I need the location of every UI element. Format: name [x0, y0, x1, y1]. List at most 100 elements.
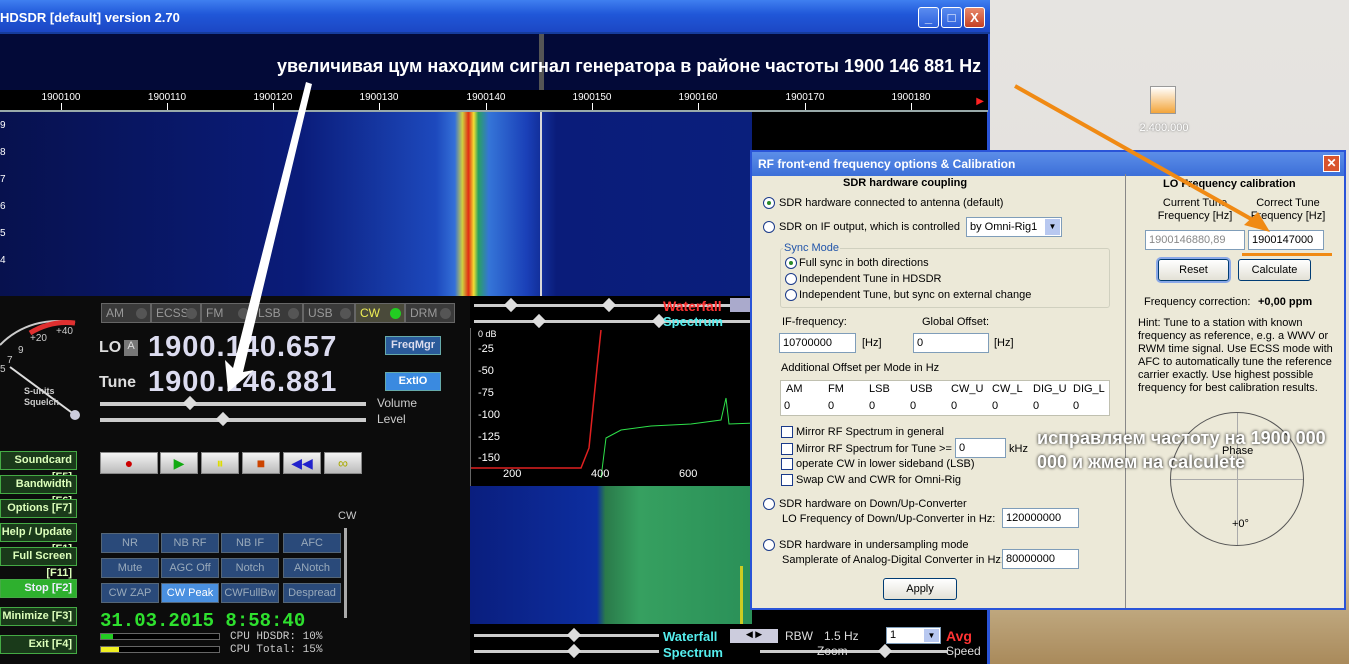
- anotch-button[interactable]: ANotch: [283, 558, 341, 578]
- undersampling-radio[interactable]: [763, 539, 775, 551]
- full-sync-radio[interactable]: [785, 257, 797, 269]
- nb-rf-button[interactable]: NB RF: [161, 533, 219, 553]
- lsb-checkbox[interactable]: [781, 458, 793, 470]
- reset-button[interactable]: Reset: [1158, 259, 1229, 281]
- apply-button[interactable]: Apply: [883, 578, 957, 600]
- omni-rig-select[interactable]: by Omni-Rig1 ▼: [966, 217, 1062, 237]
- offset-head: LSB: [869, 383, 890, 395]
- cw-peak-button[interactable]: CW Peak: [161, 583, 219, 603]
- minimize-button[interactable]: _: [918, 7, 939, 28]
- calculate-button[interactable]: Calculate: [1238, 259, 1311, 281]
- tune-line[interactable]: [540, 112, 542, 296]
- loop-button[interactable]: ∞: [324, 452, 362, 474]
- volume-slider[interactable]: [100, 395, 366, 411]
- audio-waterfall[interactable]: [470, 486, 752, 624]
- scale-right-arrow-icon[interactable]: ▶: [976, 96, 984, 107]
- if-frequency-input[interactable]: 10700000: [779, 333, 856, 353]
- mode-lsb-button[interactable]: LSB: [253, 303, 303, 323]
- offset-input[interactable]: 0: [992, 400, 998, 412]
- mode-usb-button[interactable]: USB: [303, 303, 355, 323]
- tune-frequency[interactable]: 1900.146.881: [148, 366, 337, 399]
- squelch-label[interactable]: Squelch: [24, 397, 59, 407]
- wf-row-label: 7: [0, 174, 6, 185]
- offset-input[interactable]: 0: [784, 400, 790, 412]
- spectrum-top-label: 0 dB: [478, 329, 497, 339]
- zoom-slider[interactable]: [760, 643, 948, 659]
- cw-fullbw-button[interactable]: CWFullBw: [221, 583, 279, 603]
- main-waterfall[interactable]: 9 8 7 6 5 4: [0, 112, 752, 296]
- offset-input[interactable]: 0: [869, 400, 875, 412]
- swap-cw-checkbox[interactable]: [781, 474, 793, 486]
- downup-radio[interactable]: [763, 498, 775, 510]
- offset-input[interactable]: 0: [1033, 400, 1039, 412]
- offset-input[interactable]: 0: [1073, 400, 1079, 412]
- zoom-arrows[interactable]: ◀ ▶: [730, 629, 778, 643]
- mute-button[interactable]: Mute: [101, 558, 159, 578]
- level-slider[interactable]: [100, 411, 366, 427]
- fullscreen-button[interactable]: Full Screen [F11]: [0, 547, 77, 579]
- downup-option: SDR hardware on Down/Up-Converter: [779, 498, 967, 510]
- avg-select[interactable]: 1 ▼: [886, 627, 941, 644]
- soundcard-button[interactable]: Soundcard [F5]: [0, 451, 77, 483]
- nr-button[interactable]: NR: [101, 533, 159, 553]
- samplerate-input[interactable]: 80000000: [1002, 549, 1079, 569]
- mode-ecss-button[interactable]: ECSS: [151, 303, 201, 323]
- correct-tune-input[interactable]: 1900147000: [1248, 230, 1324, 250]
- cw-zap-button[interactable]: CW ZAP: [101, 583, 159, 603]
- record-button[interactable]: ●: [100, 452, 158, 474]
- despread-button[interactable]: Despread: [283, 583, 341, 603]
- nb-if-button[interactable]: NB IF: [221, 533, 279, 553]
- mirror-tune-checkbox[interactable]: [781, 443, 793, 455]
- mirror-tune-input[interactable]: 0: [955, 438, 1006, 458]
- bottom-spectrum-slider[interactable]: [474, 643, 659, 659]
- stop-f2-button[interactable]: Stop [F2]: [0, 579, 77, 598]
- spectrum-y-label: -100: [478, 409, 501, 421]
- pause-button[interactable]: ⏸: [201, 452, 239, 474]
- minimize-f3-button[interactable]: Minimize [F3]: [0, 607, 77, 626]
- stop-button[interactable]: ■: [242, 452, 280, 474]
- spectrum-x-label: 600: [679, 468, 698, 480]
- waterfall-select[interactable]: [730, 298, 750, 312]
- independent-tune-radio[interactable]: [785, 273, 797, 285]
- mirror-general-checkbox[interactable]: [781, 426, 793, 438]
- rewind-button[interactable]: ◀◀: [283, 452, 321, 474]
- cw-bandwidth-slider[interactable]: [344, 528, 347, 618]
- dialog-close-button[interactable]: ✕: [1323, 155, 1340, 172]
- scale-label: 1900180: [891, 92, 931, 103]
- audio-spectrum[interactable]: [470, 328, 757, 486]
- close-button[interactable]: X: [964, 7, 985, 28]
- global-offset-input[interactable]: 0: [913, 333, 989, 353]
- dialog-title: RF front-end frequency options & Calibra…: [758, 157, 1016, 171]
- offset-input[interactable]: 0: [828, 400, 834, 412]
- dialog-title-bar[interactable]: RF front-end frequency options & Calibra…: [752, 152, 1344, 176]
- title-bar[interactable]: HDSDR [default] version 2.70 _ □ X: [0, 0, 990, 34]
- external-sync-radio[interactable]: [785, 289, 797, 301]
- desktop-file-icon[interactable]: [1150, 86, 1176, 114]
- mode-cw-button[interactable]: CW: [355, 303, 405, 323]
- mode-fm-button[interactable]: FM: [201, 303, 253, 323]
- independent-tune-option: Independent Tune in HDSDR: [799, 273, 942, 285]
- exit-button[interactable]: Exit [F4]: [0, 635, 77, 654]
- correction-value: +0,00 ppm: [1258, 296, 1313, 308]
- mode-drm-button[interactable]: DRM: [405, 303, 455, 323]
- offset-input[interactable]: 0: [951, 400, 957, 412]
- offset-input[interactable]: 0: [910, 400, 916, 412]
- options-button[interactable]: Options [F7]: [0, 499, 77, 518]
- agc-button[interactable]: AGC Off: [161, 558, 219, 578]
- bottom-waterfall-slider[interactable]: [474, 627, 659, 643]
- antenna-radio[interactable]: [763, 197, 775, 209]
- extio-button[interactable]: ExtIO: [385, 372, 441, 391]
- afc-button[interactable]: AFC: [283, 533, 341, 553]
- maximize-button[interactable]: □: [941, 7, 962, 28]
- frequency-scale[interactable]: 1900100 1900110 1900120 1900130 1900140 …: [0, 90, 988, 112]
- update-button[interactable]: Help / Update [F1]: [0, 523, 77, 555]
- lo-a-marker[interactable]: A: [124, 340, 138, 356]
- freqmgr-button[interactable]: FreqMgr: [385, 336, 441, 355]
- bandwidth-button[interactable]: Bandwidth [F6]: [0, 475, 77, 507]
- lo-frequency[interactable]: 1900.140.657: [148, 331, 337, 364]
- lo-converter-input[interactable]: 120000000: [1002, 508, 1079, 528]
- mode-am-button[interactable]: AM: [101, 303, 151, 323]
- if-output-radio[interactable]: [763, 221, 775, 233]
- play-button[interactable]: ▶: [160, 452, 198, 474]
- notch-button[interactable]: Notch: [221, 558, 279, 578]
